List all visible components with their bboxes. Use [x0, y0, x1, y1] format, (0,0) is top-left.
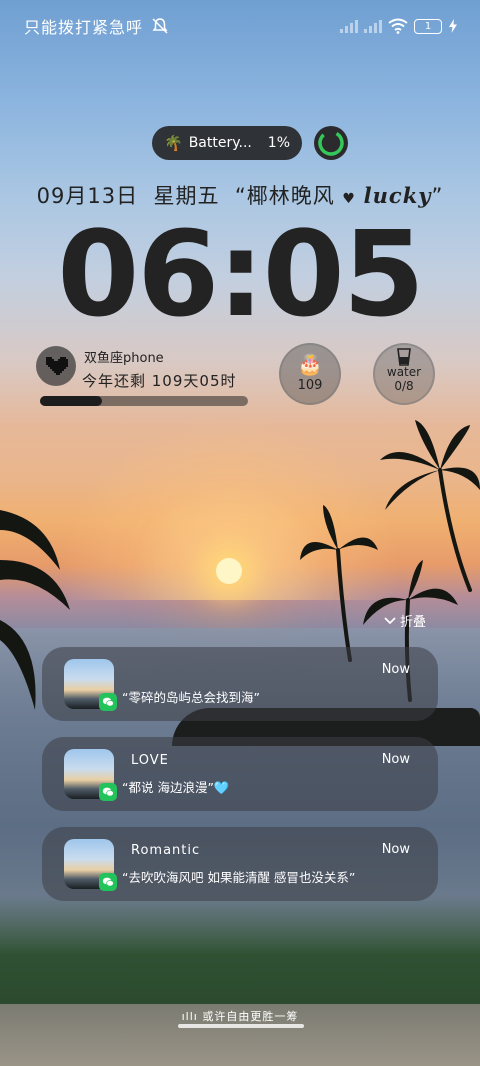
status-bar: 只能拨打紧急呼 1	[24, 12, 458, 40]
year-progress-fill	[40, 396, 103, 406]
notification-time: Now	[381, 842, 410, 857]
carrier-text: 只能拨打紧急呼	[24, 18, 144, 37]
battery-icon: 1	[414, 18, 442, 34]
fold-notifications-button[interactable]: 折叠	[384, 611, 426, 630]
home-indicator[interactable]	[178, 1024, 304, 1028]
notification-card[interactable]: Romantic Now “去吹吹海风吧 如果能清醒 感冒也没关系”	[42, 827, 438, 901]
notification-time: Now	[381, 662, 410, 677]
countdown-widget[interactable]: 🎂 109	[279, 343, 341, 405]
pixel-heart-avatar[interactable]	[36, 346, 76, 386]
chevron-down-icon	[384, 616, 396, 624]
wechat-icon	[99, 693, 117, 711]
pixel-heart-icon	[46, 357, 68, 375]
wifi-icon	[388, 18, 408, 34]
notification-time: Now	[381, 752, 410, 767]
profile-name: 双鱼座phone	[84, 351, 164, 366]
signal-2-icon	[364, 19, 382, 33]
battery-widget[interactable]: 🌴 Battery... 1%	[152, 126, 302, 160]
palm-tree-icon: 🌴	[164, 134, 183, 152]
bottom-hint: ıllı 或许自由更胜一筹	[0, 1008, 480, 1024]
notification-card[interactable]: Now “零碎的岛屿总会找到海”	[42, 647, 438, 721]
notification-message: “去吹吹海风吧 如果能清醒 感冒也没关系”	[122, 870, 356, 885]
year-remaining-text: 今年还剩 109天05时	[82, 372, 237, 390]
charging-bolt-icon	[449, 19, 457, 33]
notification-title: LOVE	[131, 753, 169, 768]
wechat-icon	[99, 873, 117, 891]
battery-ring-icon	[318, 130, 344, 156]
battery-widget-name: Battery...	[188, 135, 252, 151]
year-progress-bar	[40, 396, 248, 406]
notification-title: Romantic	[131, 843, 201, 858]
lockscreen-clock: 06:05	[57, 205, 425, 343]
waveform-icon: ıllı	[181, 1010, 198, 1023]
water-count: 0/8	[394, 379, 414, 393]
fold-label: 折叠	[399, 615, 426, 630]
glass-icon	[375, 348, 433, 366]
signal-1-icon	[340, 19, 358, 33]
battery-ring-widget[interactable]	[314, 126, 348, 160]
countdown-value: 109	[297, 378, 323, 393]
water-widget[interactable]: water 0/8	[373, 343, 435, 405]
notification-message: “零碎的岛屿总会找到海”	[122, 690, 260, 705]
water-label: water	[386, 365, 422, 379]
notification-message: “都说 海边浪漫”🩵	[122, 780, 230, 795]
bell-off-icon	[152, 18, 168, 34]
signature-suffix: ”	[431, 184, 444, 208]
notification-card[interactable]: LOVE Now “都说 海边浪漫”🩵	[42, 737, 438, 811]
battery-widget-percent: 1%	[267, 135, 290, 151]
cake-icon: 🎂	[297, 352, 323, 376]
bottom-hint-text: 或许自由更胜一筹	[202, 1010, 299, 1023]
wechat-icon	[99, 783, 117, 801]
